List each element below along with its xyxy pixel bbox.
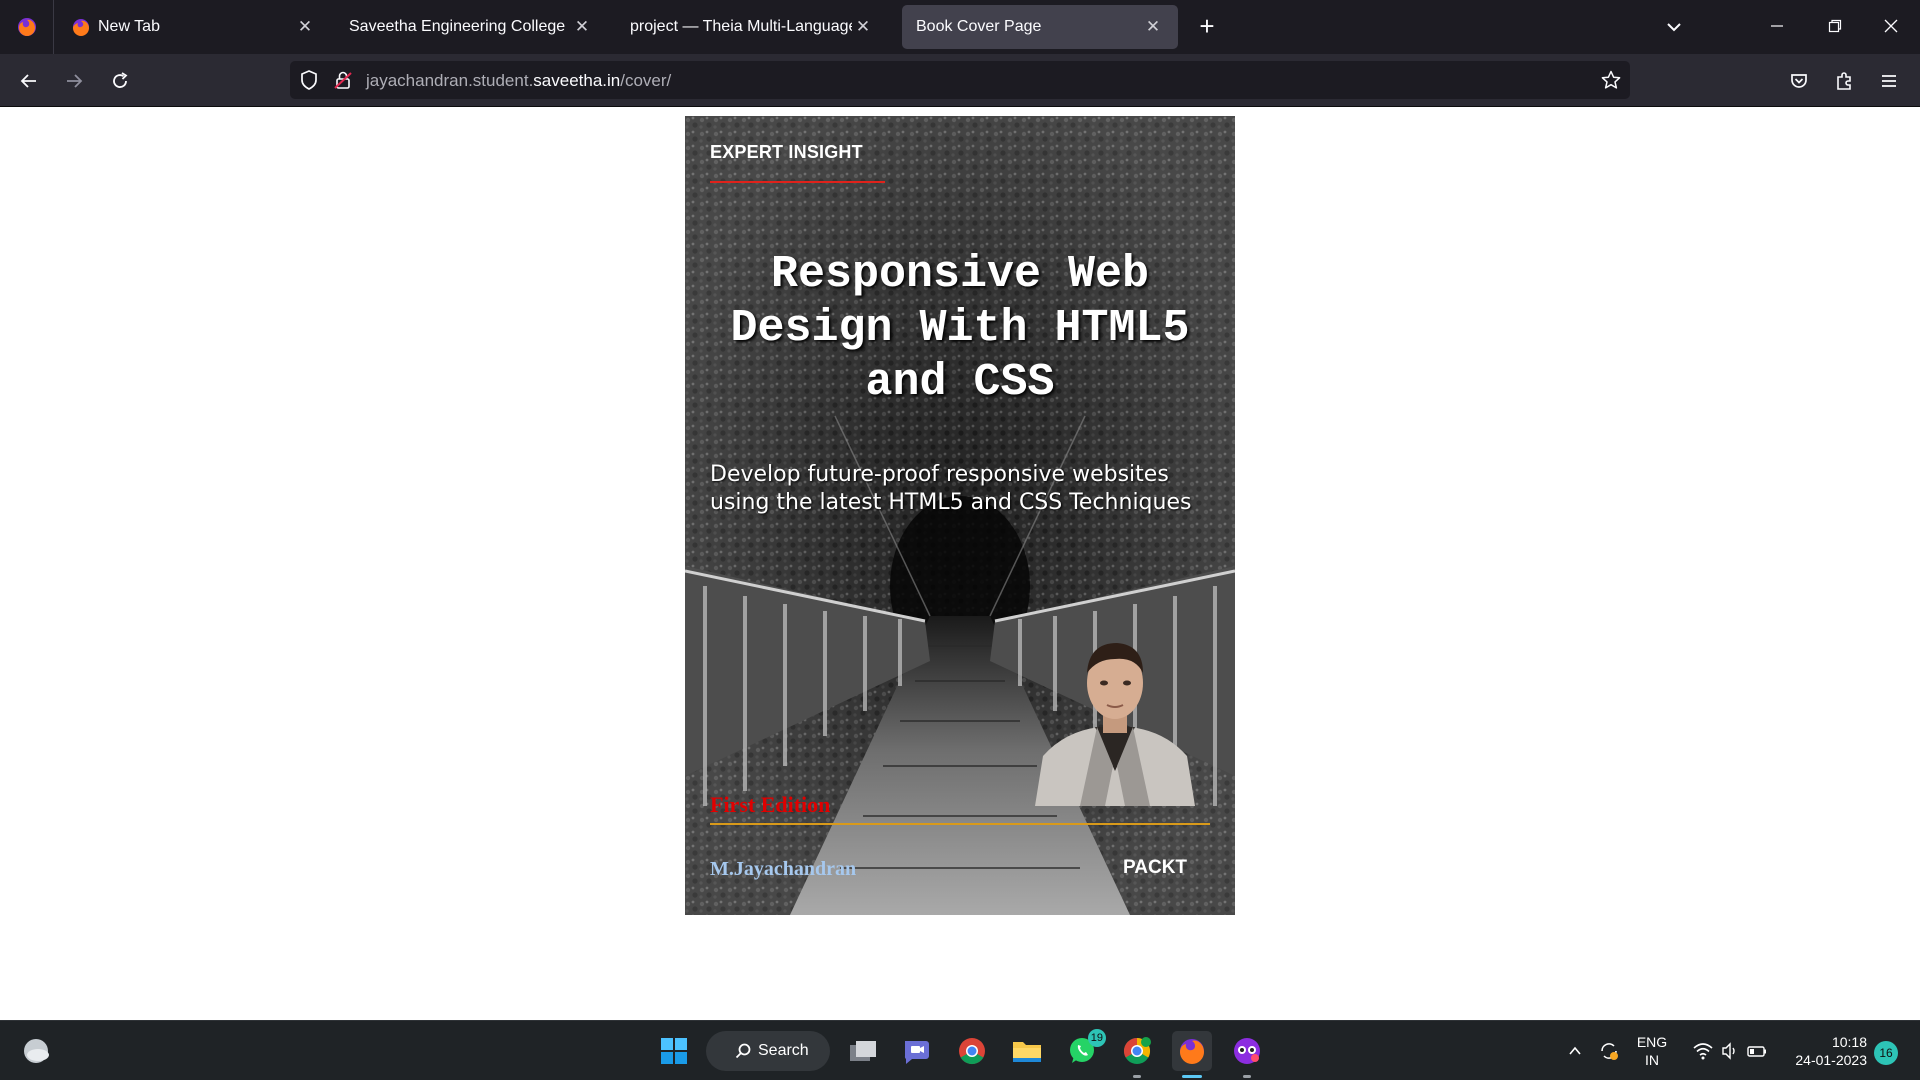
vr-goggles-icon [1234, 1038, 1260, 1064]
star-icon[interactable] [1600, 69, 1622, 91]
tab-label: Book Cover Page [916, 18, 1042, 35]
notification-count-badge[interactable]: 16 [1874, 1041, 1898, 1065]
sync-status-button[interactable] [1594, 1031, 1624, 1071]
book-cover: EXPERT INSIGHT Responsive Web Design Wit… [685, 116, 1235, 915]
file-explorer-button[interactable] [1007, 1031, 1047, 1071]
url-path: /cover/ [620, 71, 672, 90]
media-app-button[interactable] [1227, 1031, 1267, 1078]
search-icon [735, 1043, 751, 1059]
series-label: EXPERT INSIGHT [710, 142, 863, 162]
tab-theia-project[interactable]: project — Theia Multi-Language Ex ✕ [616, 5, 888, 49]
restore-button[interactable] [1820, 12, 1850, 42]
windows-taskbar: Search 19 ENG IN 10:18 24-01-2023 16 [0, 1020, 1920, 1080]
extensions-button[interactable] [1827, 64, 1861, 98]
tab-label: New Tab [98, 18, 160, 35]
running-indicator [1243, 1075, 1251, 1078]
running-indicator [1133, 1075, 1141, 1078]
arrow-left-icon [20, 74, 36, 88]
tab-book-cover[interactable]: Book Cover Page ✕ [902, 5, 1178, 49]
search-label: Search [758, 1042, 809, 1059]
firefox-logo-icon [17, 18, 36, 36]
minimize-button[interactable] [1762, 12, 1792, 42]
pocket-icon [1791, 74, 1807, 88]
battery-icon [1747, 1046, 1766, 1057]
chat-camera-icon [904, 1041, 929, 1064]
publisher-name: PACKT [1123, 857, 1188, 878]
url-text[interactable]: jayachandran.student.saveetha.in/cover/ [366, 71, 671, 91]
firefox-view-button[interactable] [0, 0, 54, 54]
taskbar-search-button[interactable]: Search [706, 1031, 830, 1071]
sync-icon [1601, 1043, 1618, 1060]
author-portrait-image [1035, 643, 1195, 806]
url-bar[interactable]: jayachandran.student.saveetha.in/cover/ [290, 61, 1630, 99]
restore-icon [1828, 19, 1842, 33]
wifi-icon [1693, 1043, 1713, 1060]
chrome-profile-button[interactable] [1117, 1031, 1157, 1078]
chrome-icon [1123, 1037, 1151, 1064]
windows-logo-icon [661, 1038, 687, 1064]
quick-settings-button[interactable] [1683, 1031, 1777, 1071]
close-icon[interactable]: ✕ [852, 17, 874, 37]
page-viewport: EXPERT INSIGHT Responsive Web Design Wit… [0, 107, 1920, 1020]
footer-divider [710, 823, 1210, 825]
list-all-tabs-button[interactable] [1660, 14, 1688, 40]
language-line-2: IN [1645, 1052, 1659, 1068]
task-view-button[interactable] [843, 1031, 883, 1071]
teams-chat-button[interactable] [897, 1031, 937, 1071]
tab-new-tab[interactable]: New Tab ✕ [58, 5, 330, 49]
url-prefix: jayachandran.student. [366, 71, 534, 90]
new-tab-button[interactable]: + [1192, 12, 1222, 42]
edition-label: First Edition [710, 792, 831, 817]
whatsapp-button[interactable]: 19 [1062, 1029, 1106, 1071]
weather-widget-button[interactable] [16, 1031, 56, 1071]
firefox-icon [1180, 1039, 1204, 1064]
folder-icon [1013, 1042, 1041, 1062]
chevron-up-icon [1569, 1046, 1581, 1055]
close-window-button[interactable] [1876, 12, 1906, 42]
whatsapp-unread-badge: 19 [1087, 1029, 1106, 1047]
app-menu-button[interactable] [1872, 64, 1906, 98]
insecure-lock-icon[interactable] [332, 69, 354, 91]
pocket-button[interactable] [1782, 64, 1816, 98]
chrome-taskbar-button[interactable] [952, 1031, 992, 1071]
arrow-right-icon [67, 74, 83, 88]
book-title: Responsive Web Design With HTML5 and CSS [730, 249, 1190, 408]
forward-button[interactable] [57, 64, 91, 98]
clock-time: 10:18 [1831, 1034, 1867, 1050]
firefox-favicon-icon [73, 19, 89, 36]
navigation-toolbar: jayachandran.student.saveetha.in/cover/ [0, 54, 1920, 107]
back-button[interactable] [12, 64, 46, 98]
reload-icon [113, 72, 128, 88]
show-hidden-icons-button[interactable] [1560, 1031, 1590, 1071]
url-domain: saveetha.in [533, 71, 621, 90]
tab-strip: New Tab ✕ Saveetha Engineering College ✕… [0, 0, 1920, 54]
reload-button[interactable] [103, 64, 137, 98]
cloud-weather-icon [24, 1039, 49, 1063]
input-language-indicator[interactable]: ENG IN [1630, 1033, 1674, 1069]
close-icon[interactable]: ✕ [571, 17, 593, 37]
language-line-1: ENG [1636, 1034, 1668, 1050]
close-icon[interactable]: ✕ [1142, 17, 1164, 37]
shield-icon[interactable] [298, 69, 320, 91]
minimize-icon [1771, 25, 1783, 27]
close-icon[interactable]: ✕ [294, 17, 316, 37]
clock-date: 24-01-2023 [1795, 1052, 1867, 1068]
close-icon [1884, 19, 1898, 33]
tab-saveetha[interactable]: Saveetha Engineering College ✕ [335, 5, 607, 49]
hamburger-menu-icon [1882, 75, 1896, 87]
clock-button[interactable]: 10:18 24-01-2023 [1783, 1033, 1867, 1069]
series-underline [710, 181, 885, 183]
tab-label: Saveetha Engineering College [349, 18, 566, 35]
author-name: M.Jayachandran [710, 858, 857, 880]
firefox-taskbar-button[interactable] [1172, 1031, 1212, 1078]
active-indicator [1182, 1075, 1202, 1078]
task-view-icon [850, 1041, 876, 1061]
puzzle-icon [1837, 72, 1851, 90]
tab-label: project — Theia Multi-Language Ex [630, 18, 852, 35]
chrome-icon [959, 1038, 985, 1065]
book-subtitle: Develop future-proof responsive websites… [710, 462, 1192, 515]
chevron-down-icon [1667, 23, 1681, 32]
speaker-icon [1722, 1042, 1735, 1060]
start-button[interactable] [654, 1031, 694, 1071]
